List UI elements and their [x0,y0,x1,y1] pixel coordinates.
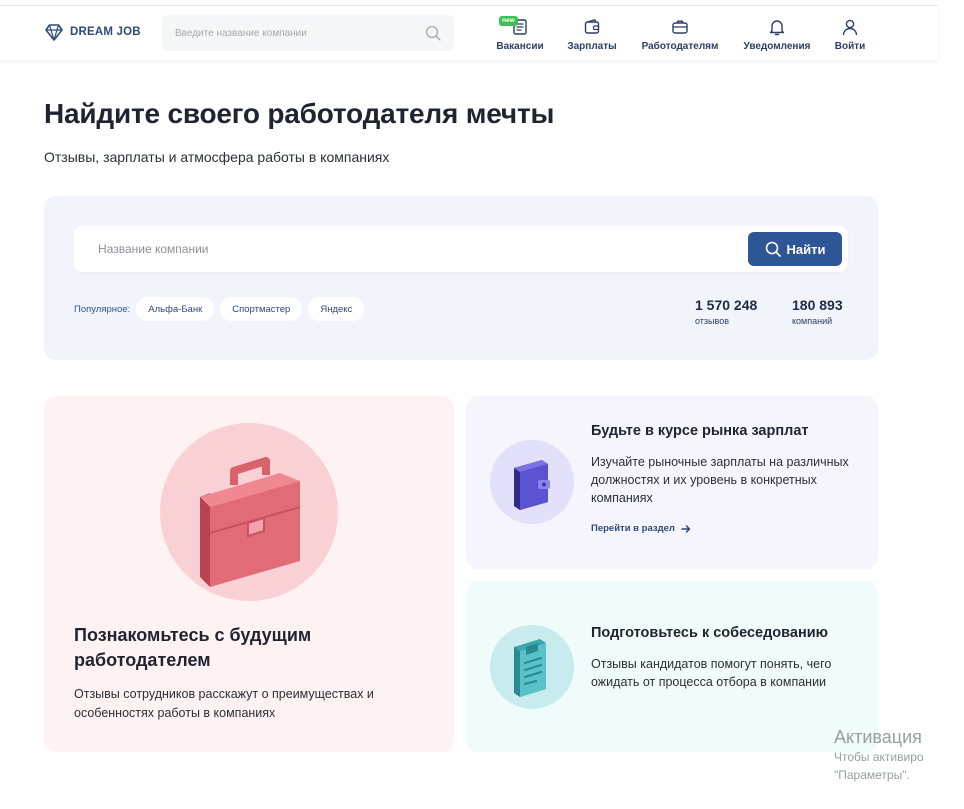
nav-salaries[interactable]: Зарплаты [567,6,617,60]
card-text: Изучайте рыночные зарплаты на различных … [591,455,849,505]
nav-label: Вакансии [496,41,544,52]
reviews-stat: 1 570 248 отзывов [695,297,757,326]
goto-link-label: Перейти в раздел [591,523,675,534]
popular-chip[interactable]: Спортмастер [220,297,303,321]
diamond-logo-icon [45,24,63,41]
nav-label: Уведомления [743,41,811,52]
clipboard-icon [514,639,546,697]
watermark-line: "Параметры". [834,768,910,782]
nav-vacancies[interactable]: new Вакансии [496,6,544,60]
windows-activation-watermark: Активация Чтобы активиро "Параметры". [834,727,924,784]
arrow-right-icon [681,524,691,533]
stat-caption: компаний [792,316,833,326]
nav-label: Работодателям [641,41,719,52]
company-search-input[interactable] [98,226,718,272]
search-icon[interactable] [425,25,441,41]
stat-value: 180 893 [792,297,843,313]
wallet-outline-icon [584,19,600,34]
search-icon [765,241,781,257]
salary-card[interactable]: Будьте в курсе рынка зарплат Изучайте ры… [466,396,878,569]
watermark-line: Чтобы активиро [834,750,924,764]
card-title: Подготовьтесь к собеседованию [591,625,829,641]
briefcase-icon [200,457,301,587]
popular-chip[interactable]: Яндекс [308,297,365,321]
companies-stat: 180 893 компаний [792,297,843,326]
briefcase-outline-icon [672,20,688,34]
employer-card[interactable]: Познакомьтесь с будущим работодателем От… [44,396,454,752]
card-text: Отзывы сотрудников расскажут о преимущес… [74,687,374,720]
nav-label: Зарплаты [567,41,617,52]
header-search [162,15,454,51]
company-search-bar: Найти [74,226,848,272]
stat-value: 1 570 248 [695,297,758,313]
card-title: Познакомьтесь с будущим работодателем [74,625,312,670]
goto-section-link[interactable]: Перейти в раздел [591,523,691,534]
popular-chip[interactable]: Альфа-Банк [136,297,215,321]
company-search-panel: Найти Популярное: Альфа-Банк Спортмастер… [44,196,878,360]
logo-text: DREAM JOB [70,26,141,38]
briefcase-illustration [160,423,338,601]
page-subtitle: Отзывы, зарплаты и атмосфера работы в ко… [44,149,390,165]
logo[interactable]: DREAM JOB [44,22,141,42]
nav-login[interactable]: Войти [834,6,866,60]
clipboard-illustration [490,625,574,709]
wallet-icon [514,460,550,510]
popular-label: Популярное: [74,303,131,315]
header-search-input[interactable] [162,15,412,51]
card-title: Будьте в курсе рынка зарплат [591,423,809,439]
find-button[interactable]: Найти [748,232,842,266]
new-badge: new [499,16,518,26]
page-title: Найдите своего работодателя мечты [44,98,555,129]
interview-card[interactable]: Подготовьтесь к собеседованию Отзывы кан… [466,581,878,752]
wallet-illustration [490,440,574,524]
stat-caption: отзывов [695,316,729,326]
find-button-label: Найти [786,241,826,257]
user-icon [842,19,858,36]
popular-companies: Популярное: Альфа-Банк Спортмастер Яндек… [74,297,365,321]
watermark-title: Активация [834,727,922,747]
top-header: DREAM JOB new Вакансии Зарплаты [0,6,938,60]
card-text: Отзывы кандидатов помогут понять, чего о… [591,657,832,689]
bell-icon [769,20,785,36]
nav-label: Войти [834,41,866,52]
nav-notifications[interactable]: Уведомления [742,6,812,60]
nav-employers[interactable]: Работодателям [640,6,720,60]
